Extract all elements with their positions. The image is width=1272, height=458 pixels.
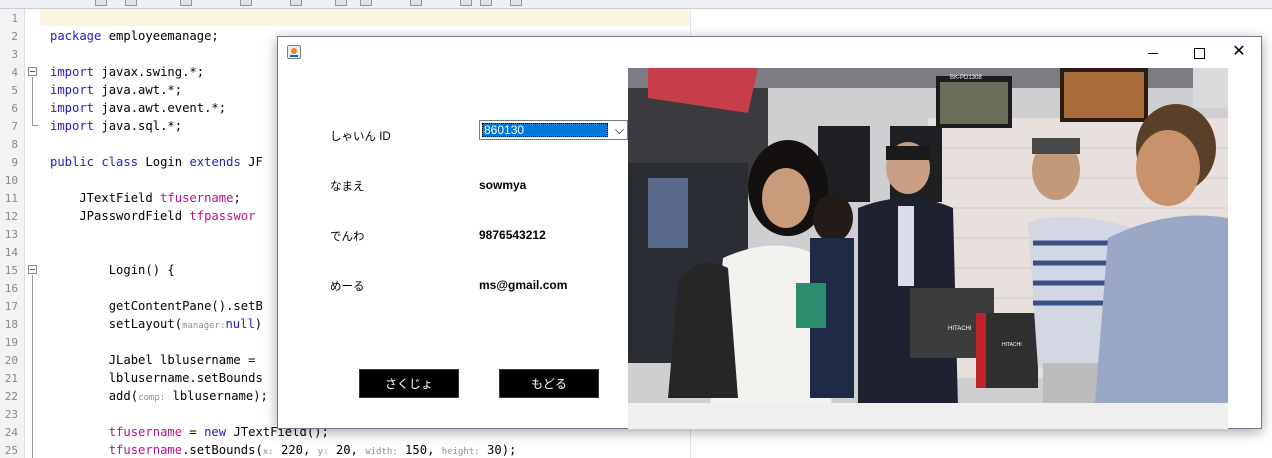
back-button[interactable]: もどる — [499, 369, 599, 398]
login-window[interactable]: ✕ しゃいん ID 860130 なまえ sowmya でんわ 98765432… — [277, 36, 1262, 429]
chevron-down-icon[interactable] — [615, 125, 624, 134]
employee-id-label: しゃいん ID — [330, 131, 391, 143]
code-line[interactable]: add(comp: lblusername); — [50, 389, 268, 403]
code-line[interactable]: import java.awt.*; — [50, 83, 182, 97]
exhibition-photo-drawing: BK-PD1308 HITACHI HITACHI — [628, 68, 1228, 429]
code-line[interactable]: JLabel lblusername = — [50, 353, 256, 367]
code-line[interactable]: setLayout(manager:null) — [50, 317, 262, 331]
toolbar-icon[interactable] — [410, 0, 422, 6]
delete-button[interactable]: さくじょ — [359, 369, 459, 398]
code-line[interactable]: JTextField tfusername; — [50, 191, 240, 205]
line-number: 1 — [11, 12, 18, 25]
toolbar-icon[interactable] — [240, 0, 252, 6]
window-content: しゃいん ID 860130 なまえ sowmya でんわ 9876543212… — [278, 68, 1261, 429]
line-number: 11 — [4, 192, 18, 205]
minimize-icon — [1148, 52, 1158, 54]
java-app-icon — [287, 45, 301, 59]
bag-brand-text: HITACHI — [948, 326, 972, 332]
line-number: 4 — [11, 66, 18, 79]
name-value: sowmya — [479, 178, 527, 192]
toolbar-icon[interactable] — [180, 0, 192, 6]
code-line[interactable]: getContentPane().setB — [50, 299, 263, 313]
code-line[interactable]: tfusername.setBounds(x: 220, y: 20, widt… — [50, 443, 517, 457]
toolbar-icon[interactable] — [335, 0, 347, 6]
code-line[interactable]: JPasswordField tfpasswor — [50, 209, 255, 223]
fold-guide-end — [32, 125, 38, 126]
code-line[interactable]: import java.sql.*; — [50, 119, 182, 133]
line-number: 16 — [4, 282, 18, 295]
line-number: 10 — [4, 174, 18, 187]
line-number: 6 — [11, 102, 18, 115]
line-number: 14 — [4, 246, 18, 259]
line-number: 3 — [11, 48, 18, 61]
line-number: 20 — [4, 354, 18, 367]
line-number: 2 — [11, 30, 18, 43]
code-line[interactable]: import java.awt.event.*; — [50, 101, 226, 115]
line-number: 18 — [4, 318, 18, 331]
code-line[interactable]: Login() { — [50, 263, 175, 277]
line-number: 24 — [4, 426, 18, 439]
toolbar-icon[interactable] — [460, 0, 472, 6]
code-line[interactable]: package employeemanage; — [50, 29, 219, 43]
line-number: 21 — [4, 372, 18, 385]
fold-toggle-icon[interactable] — [28, 67, 37, 76]
maximize-icon — [1193, 47, 1205, 59]
code-line[interactable]: public class Login extends JF — [50, 155, 263, 169]
ide-toolbar — [0, 0, 1272, 9]
name-label: なまえ — [330, 181, 365, 193]
toolbar-icon[interactable] — [290, 0, 302, 6]
fold-toggle-icon[interactable] — [28, 265, 37, 274]
toolbar-icon[interactable] — [480, 0, 492, 6]
line-number: 12 — [4, 210, 18, 223]
toolbar-icon[interactable] — [360, 0, 372, 6]
line-number: 5 — [11, 84, 18, 97]
line-number: 9 — [11, 156, 18, 169]
minimize-button[interactable] — [1130, 37, 1176, 68]
employee-id-combobox[interactable]: 860130 — [479, 120, 628, 140]
line-number: 19 — [4, 336, 18, 349]
bag-brand-text: HITACHI — [1002, 342, 1022, 348]
phone-label: でんわ — [330, 231, 365, 243]
exhibition-photo: BK-PD1308 HITACHI HITACHI — [628, 68, 1228, 429]
toolbar-icon[interactable] — [125, 0, 137, 6]
close-icon: ✕ — [1232, 43, 1246, 60]
code-line[interactable]: import javax.swing.*; — [50, 65, 204, 79]
employee-id-selected: 860130 — [482, 123, 608, 137]
line-number: 15 — [4, 264, 18, 277]
phone-value: 9876543212 — [479, 228, 546, 242]
email-value: ms@gmail.com — [479, 278, 568, 292]
line-number: 25 — [4, 444, 18, 457]
toolbar-icon[interactable] — [95, 0, 107, 6]
line-number: 23 — [4, 408, 18, 421]
close-button[interactable]: ✕ — [1216, 37, 1262, 68]
line-number: 17 — [4, 300, 18, 313]
fold-guide — [32, 275, 33, 458]
line-number: 8 — [11, 138, 18, 151]
line-number: 22 — [4, 390, 18, 403]
window-titlebar[interactable]: ✕ — [278, 37, 1261, 68]
email-label: めーる — [330, 281, 365, 293]
fold-guide — [32, 77, 33, 125]
booth-sign-text: BK-PD1308 — [950, 75, 982, 81]
code-line[interactable]: lblusername.setBounds — [50, 371, 263, 385]
line-number: 7 — [11, 120, 18, 133]
toolbar-icon[interactable] — [510, 0, 522, 6]
line-number: 13 — [4, 228, 18, 241]
